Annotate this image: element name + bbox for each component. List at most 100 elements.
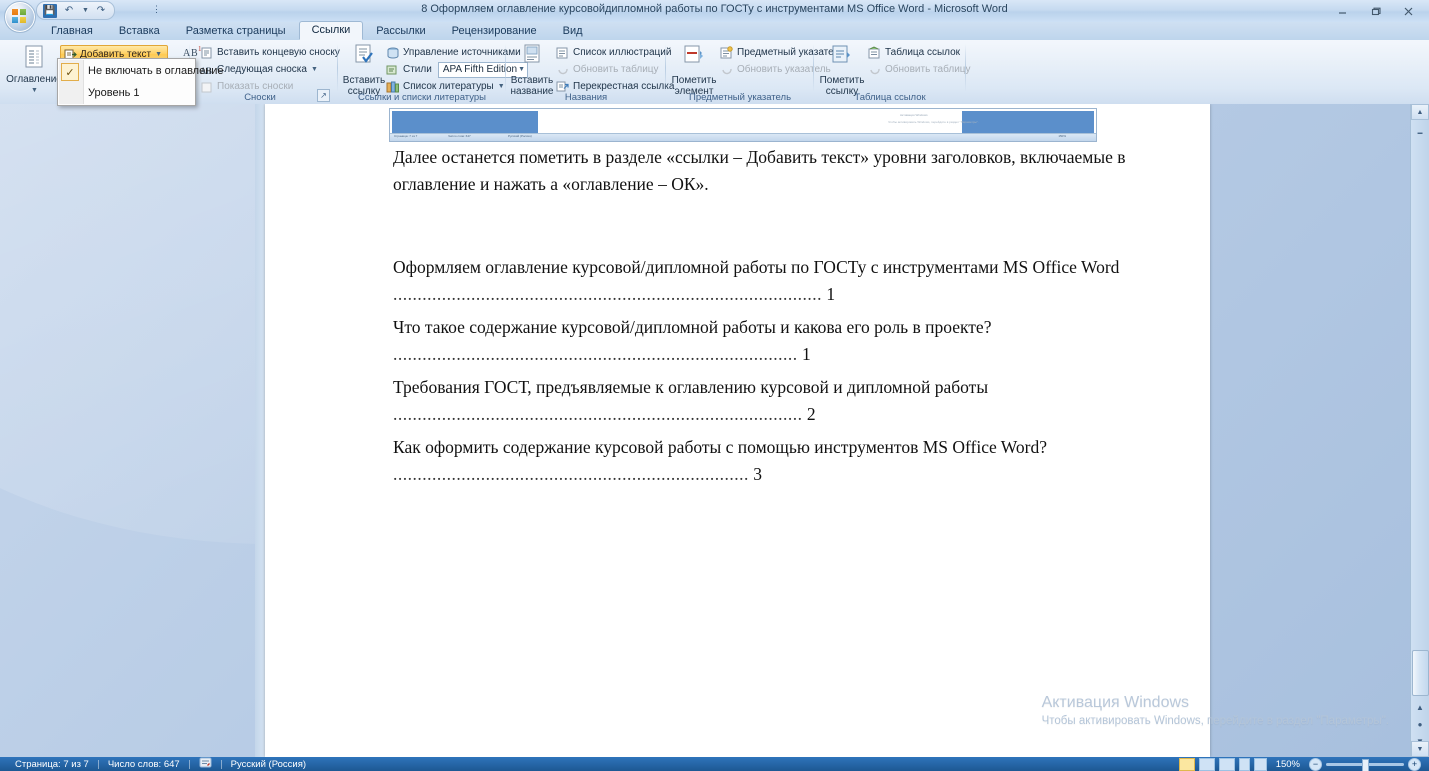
toc-entry-page: 1: [826, 284, 836, 304]
show-notes-label: Показать сноски: [217, 81, 294, 92]
toc-entry[interactable]: Оформляем оглавление курсовой/дипломной …: [393, 254, 1148, 308]
minimize-button[interactable]: [1326, 1, 1359, 21]
add-text-dropdown-menu[interactable]: ✓ Не включать в оглавление Уровень 1: [57, 58, 224, 106]
toc-button-label: Оглавление: [6, 74, 62, 85]
tab-review[interactable]: Рецензирование: [439, 22, 550, 40]
zoom-level[interactable]: 150%: [1271, 759, 1305, 770]
update-authorities-table-label: Обновить таблицу: [885, 64, 971, 75]
insert-endnote-label: Вставить концевую сноску: [217, 47, 340, 58]
vertical-scrollbar[interactable]: ▲ ━ ▲ ● ▼ ▼: [1410, 104, 1429, 757]
check-icon: ✓: [61, 63, 79, 81]
image-status-language: Русский (Россия): [508, 134, 532, 138]
view-outline-button[interactable]: [1238, 757, 1250, 771]
scroll-up-button[interactable]: ▲: [1411, 104, 1429, 120]
tab-page-layout[interactable]: Разметка страницы: [173, 22, 299, 40]
office-button[interactable]: [4, 1, 36, 33]
document-workspace: Активация Windows Чтобы активировать Win…: [0, 104, 1411, 757]
close-button[interactable]: [1392, 1, 1425, 21]
status-word-count[interactable]: Число слов: 647: [99, 759, 189, 770]
update-figures-table-item: Обновить таблицу: [556, 62, 659, 77]
mark-citation-icon: [827, 44, 857, 74]
ribbon-tab-strip: Главная Вставка Разметка страницы Ссылки…: [0, 21, 1429, 41]
toc-entry[interactable]: Что такое содержание курсовой/дипломной …: [393, 314, 1148, 368]
toc-leader: ........................................…: [393, 404, 803, 424]
toc-entry-text: Что такое содержание курсовой/дипломной …: [393, 317, 992, 337]
update-authorities-icon: [868, 63, 882, 77]
toc-entry[interactable]: Требования ГОСТ, предъявляемые к оглавле…: [393, 374, 1148, 428]
toc-entry[interactable]: Как оформить содержание курсовой работы …: [393, 434, 1148, 488]
view-draft-button[interactable]: [1253, 757, 1267, 771]
insert-citation-button[interactable]: Вставить ссылку: [340, 44, 388, 97]
ribbon-group-authorities: Пометить ссылку Таблица ссылок Обновить …: [814, 40, 971, 104]
ribbon-group-citations-label: Ссылки и списки литературы: [357, 92, 487, 103]
proofing-status-icon[interactable]: [190, 757, 221, 771]
footnotes-dialog-launcher[interactable]: ↗: [317, 89, 330, 102]
document-page[interactable]: Активация Windows Чтобы активировать Win…: [265, 104, 1210, 757]
tab-references[interactable]: Ссылки: [298, 21, 364, 40]
view-print-layout-button[interactable]: [1178, 757, 1195, 771]
insert-caption-icon: [517, 44, 547, 74]
bibliography-label: Список литературы: [403, 81, 494, 92]
citation-style-label: Стили: [403, 64, 432, 75]
ribbon-group-index: Пометить элемент Предметный указатель Об…: [666, 40, 844, 104]
tab-insert[interactable]: Вставка: [106, 22, 173, 40]
office-logo-icon: [12, 9, 27, 24]
update-authorities-table-item: Обновить таблицу: [868, 62, 971, 77]
image-status-page: Страница: 7 из 7: [394, 134, 418, 138]
toc-entry-page: 2: [806, 404, 816, 424]
tab-view[interactable]: Вид: [550, 22, 596, 40]
undo-dropdown-icon[interactable]: ▼: [82, 7, 89, 14]
insert-authorities-table-item[interactable]: Таблица ссылок: [868, 45, 960, 60]
image-status-strip: [390, 133, 1096, 141]
zoom-slider[interactable]: [1326, 758, 1404, 771]
customize-qat-icon[interactable]: ⋮: [152, 4, 161, 15]
zoom-in-button[interactable]: +: [1408, 757, 1421, 771]
status-page-number[interactable]: Страница: 7 из 7: [6, 759, 98, 770]
previous-page-button[interactable]: ▲: [1413, 700, 1427, 714]
tab-home[interactable]: Главная: [38, 22, 106, 40]
undo-icon[interactable]: ↶: [62, 4, 76, 18]
next-footnote-dropdown-icon[interactable]: ▼: [311, 66, 318, 73]
tab-mailings[interactable]: Рассылки: [363, 22, 438, 40]
embedded-screenshot-image[interactable]: Активация Windows Чтобы активировать Win…: [389, 108, 1097, 142]
update-figures-table-label: Обновить таблицу: [573, 64, 659, 75]
view-web-layout-button[interactable]: [1218, 757, 1235, 771]
zoom-out-button[interactable]: −: [1309, 757, 1322, 771]
bibliography-dropdown-icon[interactable]: ▼: [498, 83, 505, 90]
select-browse-object-button[interactable]: ●: [1413, 717, 1427, 731]
zoom-slider-knob[interactable]: [1362, 758, 1369, 771]
toc-button[interactable]: Оглавление ▼: [6, 43, 62, 96]
status-bar: Страница: 7 из 7 Число слов: 647 Русский…: [0, 757, 1429, 771]
next-footnote-label: Следующая сноска: [217, 64, 307, 75]
mark-entry-button[interactable]: Пометить элемент: [668, 44, 720, 97]
status-language[interactable]: Русский (Россия): [222, 759, 315, 770]
menu-item-do-not-show-in-toc[interactable]: ✓ Не включать в оглавление: [58, 60, 224, 82]
table-of-figures-item[interactable]: Список иллюстраций: [556, 45, 671, 60]
add-text-dropdown-icon[interactable]: ▼: [155, 51, 162, 58]
insert-endnote-item[interactable]: Вставить концевую сноску: [200, 45, 340, 60]
insert-caption-button[interactable]: Вставить название: [508, 44, 556, 97]
redo-icon[interactable]: ↷: [94, 4, 108, 18]
view-full-screen-reading-button[interactable]: [1198, 757, 1215, 771]
scrollbar-thumb[interactable]: [1412, 650, 1429, 696]
status-bar-right: 150% − +: [1178, 757, 1429, 771]
menu-item-level-1[interactable]: Уровень 1: [58, 82, 195, 104]
manage-sources-item[interactable]: Управление источниками: [386, 45, 521, 60]
split-bar-icon[interactable]: ━: [1413, 126, 1427, 140]
save-icon[interactable]: 💾: [43, 3, 57, 18]
image-status-words: Число слов: 647: [448, 134, 471, 138]
manage-sources-icon: [386, 46, 400, 60]
table-of-figures-icon: [556, 46, 570, 60]
scroll-down-button[interactable]: ▼: [1411, 741, 1429, 757]
mark-citation-button[interactable]: Пометить ссылку: [816, 44, 868, 97]
update-table-icon: [556, 63, 570, 77]
toc-entry-text: Как оформить содержание курсовой работы …: [393, 437, 1048, 457]
update-index-icon: [720, 63, 734, 77]
ribbon-tabs: Главная Вставка Разметка страницы Ссылки…: [38, 21, 596, 40]
cross-reference-label: Перекрестная ссылка: [573, 81, 675, 92]
restore-button[interactable]: [1359, 1, 1392, 21]
document-body: Далее останется пометить в разделе «ссыл…: [265, 144, 1210, 494]
ribbon-group-citations: Вставить ссылку Управление источниками С…: [338, 40, 529, 104]
document-paragraph: Далее останется пометить в разделе «ссыл…: [393, 147, 1126, 194]
image-watermark-line1: Активация Windows: [900, 113, 928, 117]
